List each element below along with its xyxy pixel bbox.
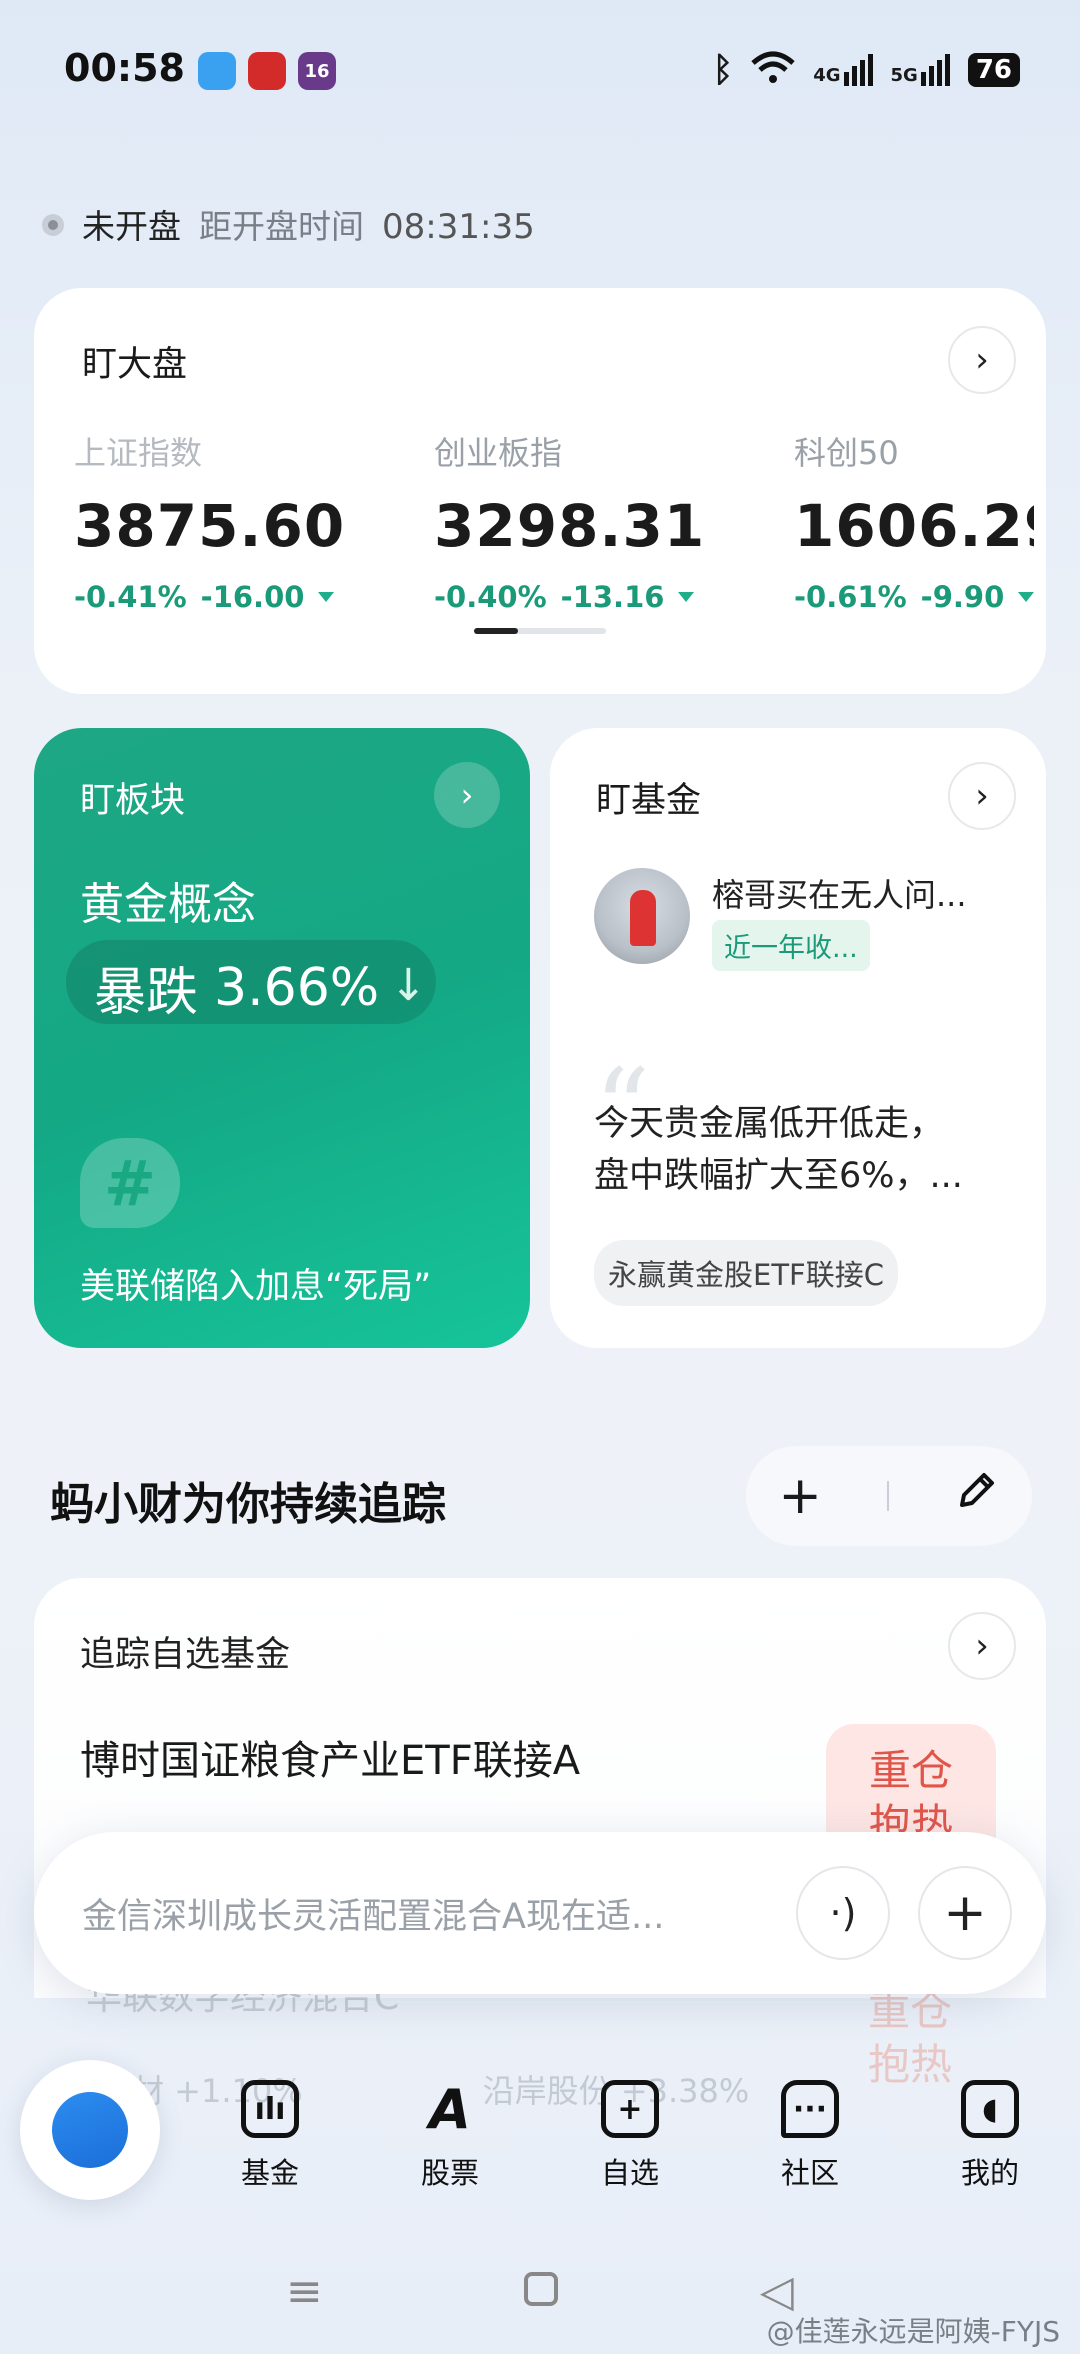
ai-input-bar[interactable]: 金信深圳成长灵活配置混合A现在适... ·) + xyxy=(34,1832,1046,1994)
voice-icon[interactable]: ·) xyxy=(796,1866,890,1960)
pager-active xyxy=(474,628,518,634)
nav-item-stock[interactable]: A 股票 xyxy=(390,2077,510,2192)
fund-post-line1: 今天贵金属低开低走， xyxy=(594,1104,945,1144)
index-delta: -13.16 xyxy=(560,580,665,614)
tracking-card-title: 追踪自选基金 xyxy=(80,1635,291,1675)
down-triangle-icon xyxy=(318,592,335,602)
sector-card-title: 盯板块 xyxy=(80,781,186,821)
chevron-right-icon[interactable]: › xyxy=(948,1612,1016,1680)
stock-icon: A xyxy=(429,2077,471,2141)
index-pct: -0.41% xyxy=(74,580,187,614)
fund-card-title: 盯基金 xyxy=(596,781,702,821)
status-app-icons: 16 xyxy=(198,52,336,90)
index-name: 科创50 xyxy=(794,434,899,472)
menu-icon[interactable]: ≡ xyxy=(286,2266,323,2317)
watermark: @佳莲永远是阿姨-FYJS xyxy=(766,2315,1060,2348)
index-item-star50[interactable]: 科创50 1606.29 -0.61% -9.90 xyxy=(794,428,1034,614)
fund-card[interactable]: 盯基金 › 榕哥买在无人问... 近一年收... “ 今天贵金属低开低走， 盘中… xyxy=(550,728,1046,1348)
down-triangle-icon xyxy=(1018,592,1034,602)
avatar[interactable] xyxy=(594,868,690,964)
chevron-right-icon[interactable]: › xyxy=(948,762,1016,830)
index-name: 上证指数 xyxy=(74,434,203,472)
sector-card[interactable]: 盯板块 › 黄金概念 暴跌 3.66% ↓ # 美联储陷入加息“死局” xyxy=(34,728,530,1348)
sector-news[interactable]: 美联储陷入加息“死局” xyxy=(80,1258,431,1309)
nav-label: 社区 xyxy=(780,2156,839,2190)
wifi-icon xyxy=(751,51,795,89)
add-icon[interactable]: + xyxy=(778,1466,822,1526)
countdown-label: 距开盘时间 xyxy=(199,207,364,246)
index-name: 创业板指 xyxy=(434,434,563,472)
battery-indicator: 76 xyxy=(967,53,1020,87)
calendar-app-icon: 16 xyxy=(298,52,336,90)
down-triangle-icon xyxy=(678,592,695,602)
weather-app-icon xyxy=(198,52,236,90)
nav-label: 自选 xyxy=(600,2156,659,2190)
index-card-title: 盯大盘 xyxy=(82,345,188,385)
tracking-heading: 蚂小财为你持续追踪 xyxy=(50,1479,446,1530)
index-value: 3875.60 xyxy=(74,492,346,560)
home-assistant-button[interactable] xyxy=(20,2060,160,2200)
index-delta: -16.00 xyxy=(200,580,305,614)
status-indicators: ᛒ 4G 5G 76 xyxy=(713,50,1020,90)
index-item-shanghai[interactable]: 上证指数 3875.60 -0.41% -16.00 xyxy=(74,428,346,614)
index-card[interactable]: 盯大盘 › 上证指数 3875.60 -0.41% -16.00 创业板指 32… xyxy=(34,288,1046,694)
bottom-nav: ılı 基金 A 股票 + 自选 ··· 社区 ◖ 我的 xyxy=(0,2056,1080,2216)
countdown-value: 08:31:35 xyxy=(382,207,535,247)
index-item-chinext[interactable]: 创业板指 3298.31 -0.40% -13.16 xyxy=(434,428,706,614)
market-status-dot xyxy=(42,214,64,236)
index-delta: -9.90 xyxy=(920,580,1005,614)
fund-post-text[interactable]: 今天贵金属低开低走， 盘中跌幅扩大至6%，... xyxy=(594,1098,1014,1202)
add-icon[interactable]: + xyxy=(918,1866,1012,1960)
nav-label: 股票 xyxy=(420,2156,479,2190)
fund-chart-icon: ılı xyxy=(241,2080,299,2138)
index-pct: -0.61% xyxy=(794,580,907,614)
fund-post-line2: 盘中跌幅扩大至6%，... xyxy=(594,1156,963,1196)
bank-app-icon xyxy=(248,52,286,90)
signal-4g-label: 4G xyxy=(813,65,841,86)
assistant-logo-icon xyxy=(52,2092,128,2168)
index-value: 3298.31 xyxy=(434,492,706,560)
index-change: -0.61% -9.90 xyxy=(794,580,1034,614)
carousel-pager xyxy=(474,628,606,634)
sector-move-word: 暴跌 xyxy=(94,963,199,1023)
down-arrow-icon: ↓ xyxy=(390,960,427,1011)
signal-5g-icon: 5G xyxy=(891,54,950,86)
action-divider xyxy=(886,1481,889,1511)
chevron-right-icon[interactable]: › xyxy=(948,326,1016,394)
fund-user-name[interactable]: 榕哥买在无人问... xyxy=(712,870,967,916)
fund-chip[interactable]: 永赢黄金股ETF联接C xyxy=(594,1240,898,1306)
sector-move-pct: 3.66% xyxy=(214,957,380,1018)
nav-item-community[interactable]: ··· 社区 xyxy=(750,2080,870,2192)
community-chat-icon: ··· xyxy=(781,2080,839,2138)
edit-pencil-icon[interactable] xyxy=(954,1466,1000,1526)
nav-label: 基金 xyxy=(240,2156,299,2190)
hashtag-icon: # xyxy=(80,1138,180,1228)
nav-item-watchlist[interactable]: + 自选 xyxy=(570,2080,690,2192)
nav-item-fund[interactable]: ılı 基金 xyxy=(210,2080,330,2192)
tracking-actions: + xyxy=(746,1446,1032,1546)
market-status-text: 未开盘 xyxy=(82,207,181,246)
nav-item-me[interactable]: ◖ 我的 xyxy=(930,2080,1050,2192)
market-status: 未开盘 距开盘时间 08:31:35 xyxy=(82,200,535,248)
signal-4g-icon: 4G xyxy=(813,54,873,86)
tracked-fund-name[interactable]: 博时国证粮食产业ETF联接A xyxy=(80,1728,580,1786)
index-change: -0.41% -16.00 xyxy=(74,580,335,614)
status-time: 00:58 xyxy=(64,46,185,90)
watchlist-add-icon: + xyxy=(601,2080,659,2138)
wallet-icon: ◖ xyxy=(961,2080,1019,2138)
search-input[interactable]: 金信深圳成长灵活配置混合A现在适... xyxy=(82,1888,664,1939)
sector-name: 黄金概念 xyxy=(80,879,256,930)
chevron-right-icon[interactable]: › xyxy=(434,762,500,828)
bluetooth-icon: ᛒ xyxy=(712,50,734,90)
index-value: 1606.29 xyxy=(794,492,1034,560)
nav-label: 我的 xyxy=(960,2156,1019,2190)
index-pct: -0.40% xyxy=(434,580,547,614)
fund-return-badge: 近一年收... xyxy=(712,920,870,971)
index-change: -0.40% -13.16 xyxy=(434,580,695,614)
home-square-icon[interactable] xyxy=(524,2266,558,2317)
signal-5g-label: 5G xyxy=(890,65,918,86)
sector-move: 暴跌 3.66% xyxy=(94,950,379,1025)
